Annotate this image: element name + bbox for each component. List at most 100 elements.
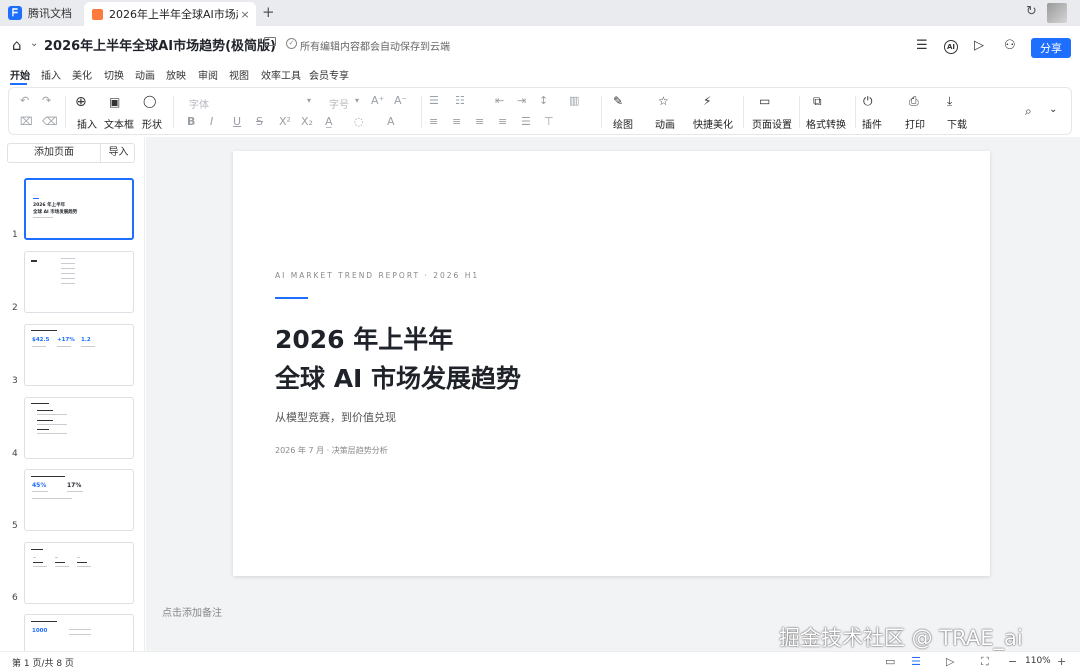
textbox-icon[interactable]: ▣ bbox=[109, 95, 120, 109]
chevron-down-icon[interactable]: ▾ bbox=[307, 96, 311, 105]
bold-icon[interactable]: B bbox=[187, 115, 195, 128]
download-button[interactable]: 下载 bbox=[944, 116, 970, 131]
zoom-level[interactable]: 110% bbox=[1025, 656, 1051, 666]
close-tab-icon[interactable]: × bbox=[238, 8, 252, 21]
page-setup-icon[interactable]: ▭ bbox=[759, 94, 770, 108]
text-effect-icon[interactable]: A̲ bbox=[325, 115, 333, 128]
tab-home[interactable]: 开始 bbox=[10, 67, 30, 82]
plugin-icon[interactable]: ⏻ bbox=[863, 94, 873, 109]
plugin-button[interactable]: 插件 bbox=[859, 116, 885, 131]
add-page-button[interactable]: 添加页面 bbox=[8, 144, 101, 162]
tab-insert[interactable]: 插入 bbox=[41, 67, 61, 82]
plus-circle-icon[interactable]: ⊕ bbox=[75, 94, 87, 110]
menu-icon[interactable]: ☰ bbox=[916, 38, 928, 53]
slide-title-line-2[interactable]: 全球 AI 市场发展趋势 bbox=[275, 359, 521, 395]
slide-thumbnail-5[interactable]: 45% 17% bbox=[24, 469, 134, 531]
slide-thumbnail-3[interactable]: $42.5 +17% 1.2 bbox=[24, 324, 134, 386]
undo-icon[interactable]: ↶ bbox=[20, 94, 29, 107]
superscript-icon[interactable]: X² bbox=[279, 115, 291, 128]
document-title[interactable]: 2026年上半年全球AI市场趋势(极简版) bbox=[44, 35, 276, 54]
subscript-icon[interactable]: X₂ bbox=[301, 115, 313, 128]
page-setup-button[interactable]: 页面设置 bbox=[749, 116, 795, 131]
numbered-list-icon[interactable]: ☷ bbox=[455, 94, 465, 107]
quick-beautify-icon[interactable]: ⚡ bbox=[703, 94, 711, 108]
home-icon[interactable]: ⌂ bbox=[12, 36, 22, 54]
align-right-icon[interactable]: ≡ bbox=[475, 115, 484, 128]
present-icon[interactable]: ▷ bbox=[974, 38, 984, 53]
draw-icon[interactable]: ✎ bbox=[613, 94, 623, 108]
folder-icon[interactable] bbox=[264, 37, 276, 46]
zoom-out-button[interactable]: − bbox=[1008, 655, 1017, 668]
print-button[interactable]: 打印 bbox=[902, 116, 928, 131]
columns-icon[interactable]: ▥ bbox=[569, 94, 579, 107]
tab-efficiency-tools[interactable]: 效率工具 bbox=[261, 67, 301, 82]
star-icon[interactable]: ☆ bbox=[245, 36, 257, 51]
tab-transition[interactable]: 切换 bbox=[104, 67, 124, 82]
collapse-ribbon-icon[interactable]: ⌄ bbox=[1049, 104, 1057, 115]
chevron-down-icon[interactable]: ⌄ bbox=[30, 38, 38, 49]
chevron-down-icon[interactable]: ▾ bbox=[355, 96, 359, 105]
distribute-icon[interactable]: ☰ bbox=[521, 115, 531, 128]
italic-icon[interactable]: I bbox=[210, 115, 213, 128]
increase-font-icon[interactable]: A⁺ bbox=[371, 94, 384, 107]
speaker-notes[interactable]: 点击添加备注 bbox=[146, 600, 1080, 622]
slide-thumbnail-6[interactable] bbox=[24, 542, 134, 604]
textbox-button[interactable]: 文本框 bbox=[103, 116, 135, 131]
user-avatar[interactable] bbox=[1047, 3, 1067, 23]
outline-view-icon[interactable]: ☰ bbox=[911, 655, 921, 668]
slide-thumbnail-1[interactable]: 2026 年上半年 全球 AI 市场发展趋势 bbox=[24, 178, 134, 240]
slide-thumbnail-4[interactable] bbox=[24, 397, 134, 459]
tab-animation[interactable]: 动画 bbox=[135, 67, 155, 82]
fit-screen-icon[interactable]: ⛶ bbox=[981, 655, 989, 669]
indent-increase-icon[interactable]: ⇥ bbox=[517, 94, 526, 107]
format-convert-icon[interactable]: ⧉ bbox=[813, 94, 822, 109]
ai-assistant-icon[interactable]: AI bbox=[944, 40, 958, 54]
redo-icon[interactable]: ↷ bbox=[42, 94, 51, 107]
slide-thumbnail-7[interactable]: 1000 bbox=[24, 614, 134, 654]
align-left-icon[interactable]: ≡ bbox=[429, 115, 438, 128]
align-justify-icon[interactable]: ≡ bbox=[498, 115, 507, 128]
import-button[interactable]: 导入 bbox=[102, 144, 135, 162]
shape-icon[interactable]: ◯ bbox=[143, 94, 156, 108]
zoom-in-button[interactable]: + bbox=[1057, 655, 1066, 668]
format-painter-icon[interactable]: ⌧ bbox=[20, 115, 33, 128]
tab-member-exclusive[interactable]: 会员专享 bbox=[309, 67, 349, 82]
align-center-icon[interactable]: ≡ bbox=[452, 115, 461, 128]
clear-format-icon[interactable]: ⌫ bbox=[42, 115, 58, 128]
print-icon[interactable]: ⎙ bbox=[909, 94, 919, 109]
animation-icon[interactable]: ☆ bbox=[658, 94, 669, 108]
font-size-select[interactable]: 字号 bbox=[329, 96, 349, 111]
strikethrough-icon[interactable]: S bbox=[256, 115, 263, 128]
browser-tab-tencent-docs[interactable]: ᖴ 腾讯文档 bbox=[8, 2, 78, 24]
shape-button[interactable]: 形状 bbox=[137, 116, 167, 131]
decrease-font-icon[interactable]: A⁻ bbox=[394, 94, 407, 107]
quick-beautify-button[interactable]: 快捷美化 bbox=[691, 116, 735, 131]
slide-1[interactable]: AI MARKET TREND REPORT · 2026 H1 2026 年上… bbox=[233, 151, 990, 576]
share-button[interactable]: 分享 bbox=[1031, 38, 1071, 58]
slide-title-line-1[interactable]: 2026 年上半年 bbox=[275, 320, 453, 356]
normal-view-icon[interactable]: ▭ bbox=[885, 655, 895, 668]
tab-view[interactable]: 视图 bbox=[229, 67, 249, 82]
draw-button[interactable]: 绘图 bbox=[607, 116, 639, 131]
tab-slideshow[interactable]: 放映 bbox=[166, 67, 186, 82]
format-convert-button[interactable]: 格式转换 bbox=[803, 116, 849, 131]
slide-thumbnail-2[interactable] bbox=[24, 251, 134, 313]
font-family-select[interactable]: 字体 bbox=[189, 96, 209, 111]
reload-icon[interactable]: ↻ bbox=[1026, 4, 1037, 19]
download-icon[interactable]: ⤓ bbox=[947, 94, 952, 109]
vertical-align-icon[interactable]: ⊤ bbox=[544, 115, 554, 128]
font-color-icon[interactable]: A bbox=[387, 115, 395, 128]
animation-button[interactable]: 动画 bbox=[649, 116, 681, 131]
underline-icon[interactable]: U bbox=[233, 115, 241, 128]
slide-subtitle[interactable]: 从模型竞赛，到价值兑现 bbox=[275, 409, 396, 425]
tab-review[interactable]: 审阅 bbox=[198, 67, 218, 82]
line-spacing-icon[interactable]: ↕ bbox=[539, 94, 548, 107]
slide-kicker[interactable]: AI MARKET TREND REPORT · 2026 H1 bbox=[275, 271, 479, 280]
browser-tab-presentation[interactable]: 2026年上半年全球AI市场趋势(极简版) × bbox=[84, 2, 256, 26]
collaborator-icon[interactable]: ⚇ bbox=[1004, 38, 1016, 53]
slide-date-line[interactable]: 2026 年 7 月 · 决策层趋势分析 bbox=[275, 445, 388, 456]
play-icon[interactable]: ▷ bbox=[946, 655, 954, 668]
tab-beautify[interactable]: 美化 bbox=[72, 67, 92, 82]
new-tab-icon[interactable]: + bbox=[262, 3, 275, 21]
highlight-icon[interactable]: ◌ bbox=[354, 115, 364, 128]
